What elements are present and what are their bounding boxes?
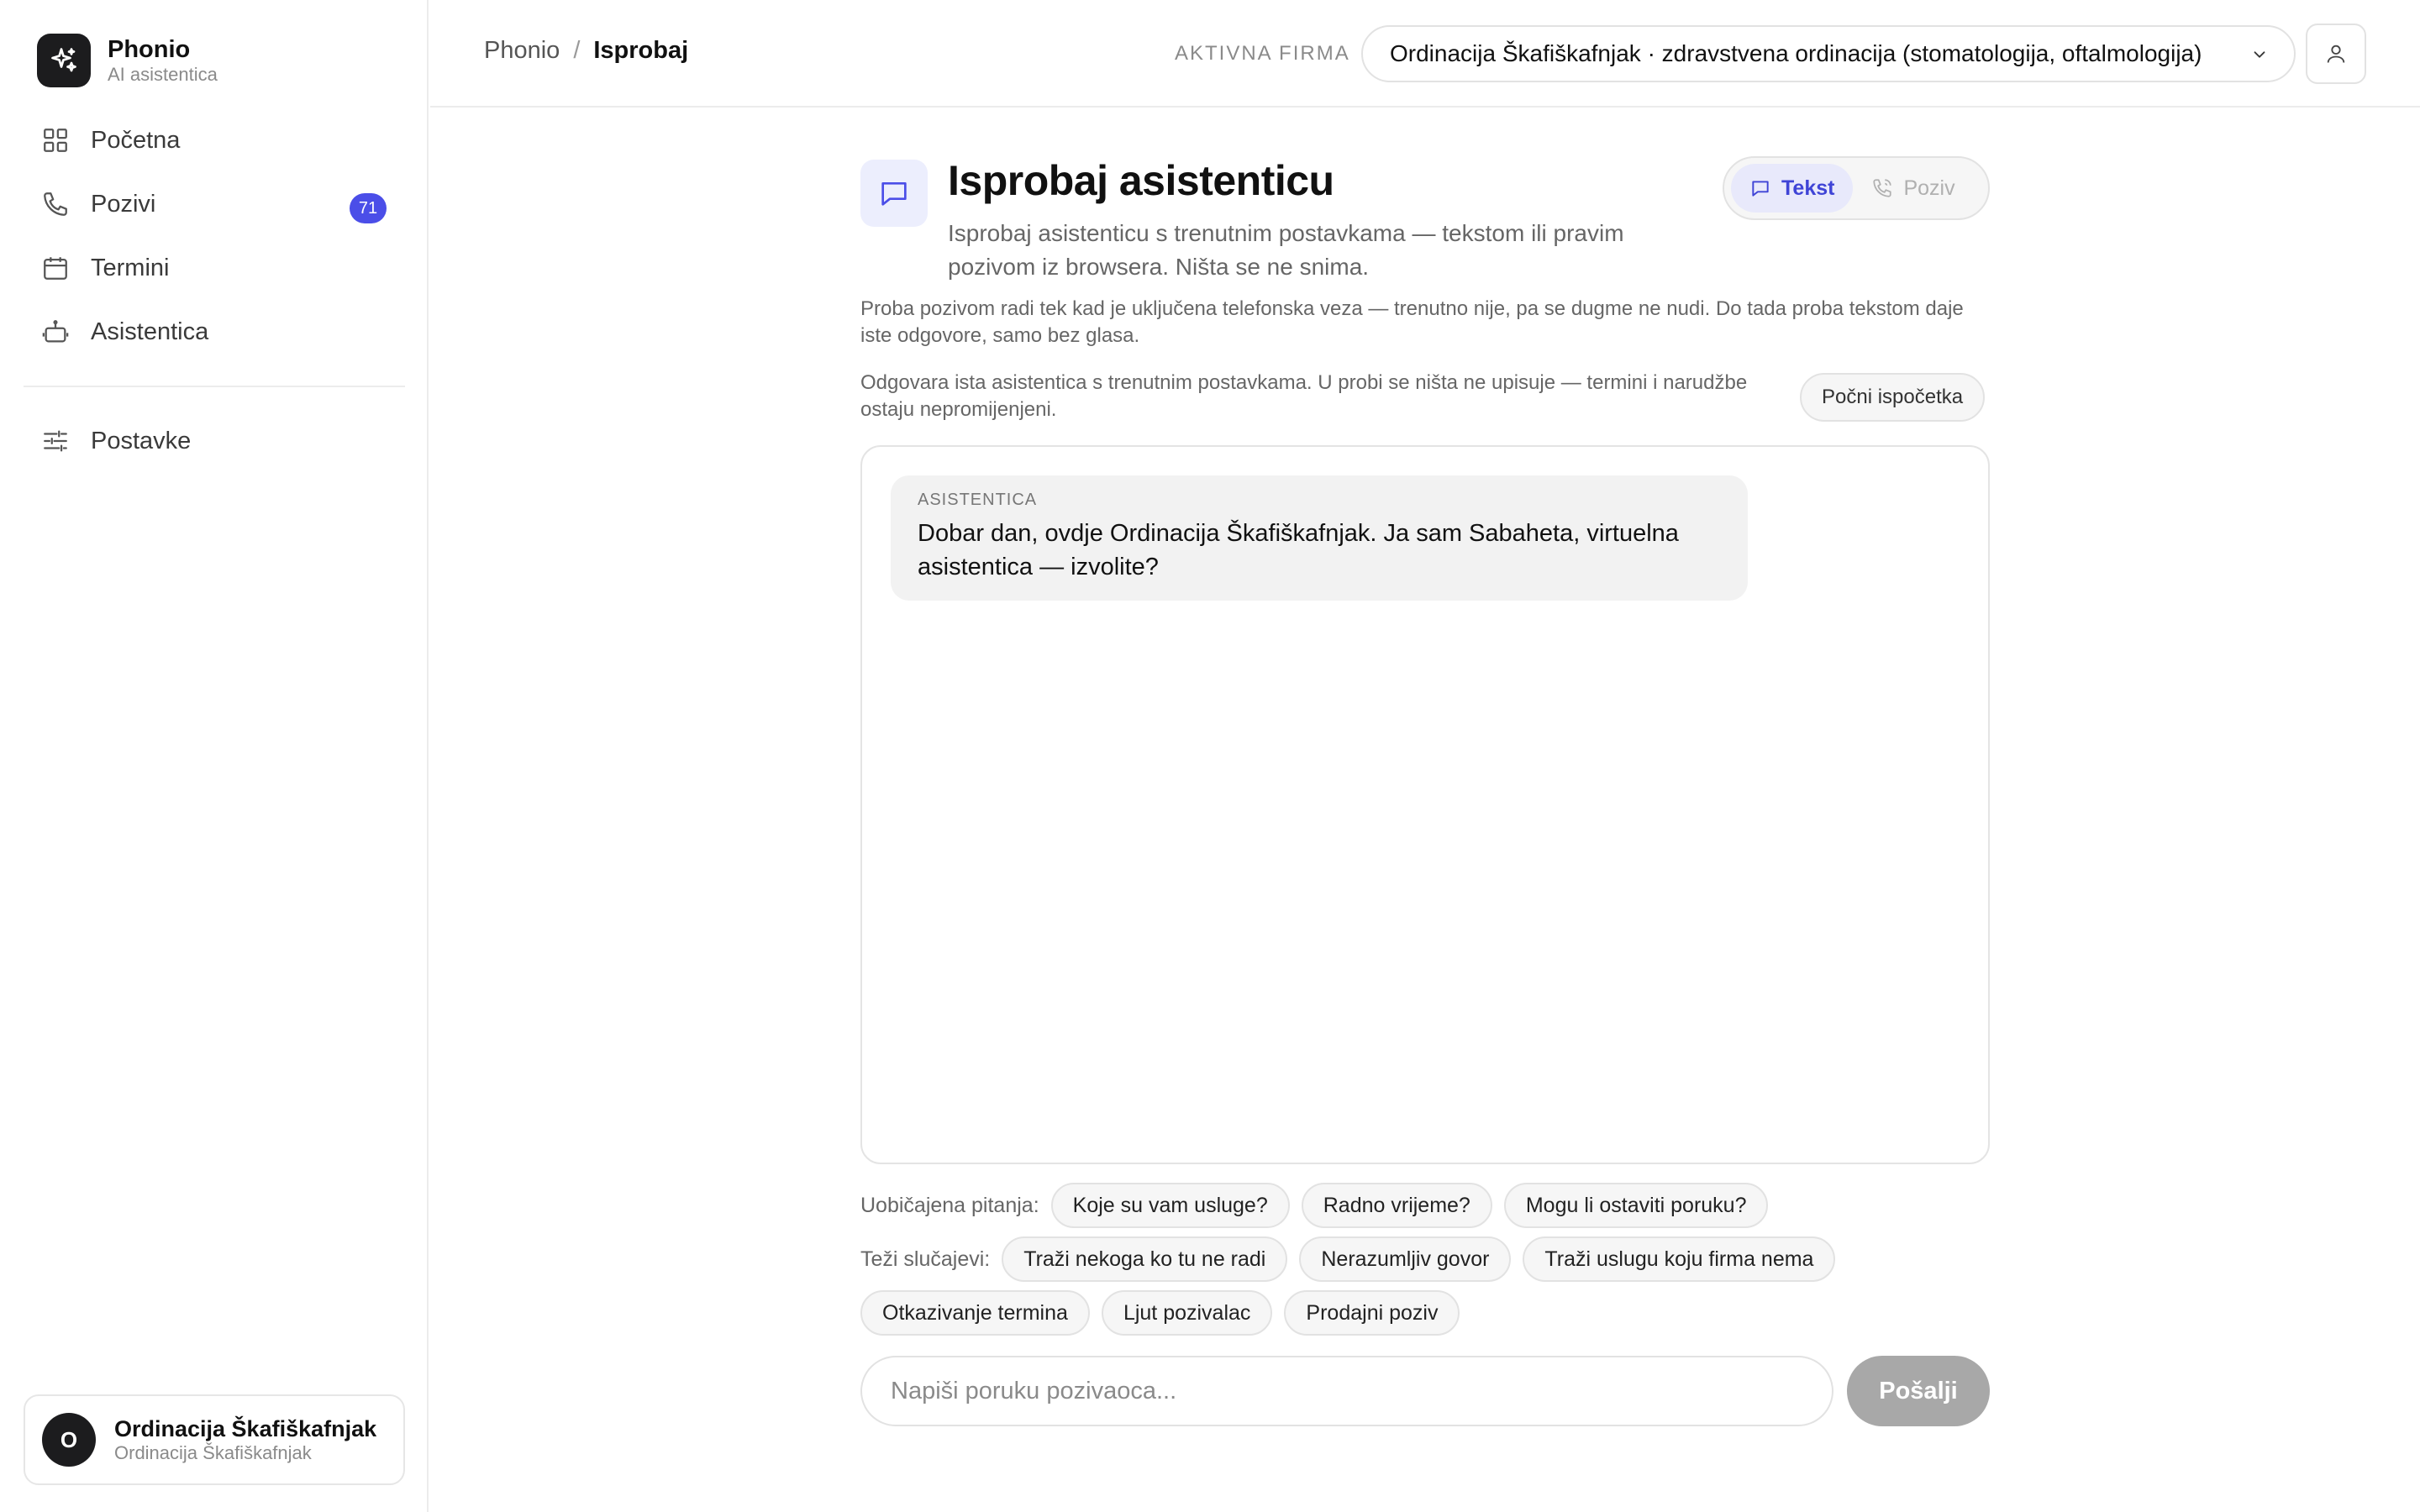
sidebar-item-label: Termini (91, 254, 170, 281)
active-firm-select[interactable]: Ordinacija Škafiškafnjak · zdravstvena o… (1361, 25, 2296, 82)
chevron-down-icon (2250, 45, 2269, 64)
tab-text-mode[interactable]: Tekst (1731, 164, 1854, 213)
suggestion-chip[interactable]: Radno vrijeme? (1301, 1183, 1492, 1228)
message-role: ASISTENTICA (918, 491, 1038, 509)
grid-icon (40, 125, 71, 155)
robot-icon (40, 317, 71, 347)
restart-button[interactable]: Počni ispočetka (1800, 373, 1986, 422)
calls-count-badge: 71 (350, 193, 387, 223)
message-text: Dobar dan, ovdje Ordinacija Škafiškafnja… (918, 520, 1679, 580)
active-firm-value: Ordinacija Škafiškafnjak · zdravstvena o… (1390, 40, 2202, 66)
sidebar-item-termini[interactable]: Termini (24, 237, 405, 299)
sidebar: Phonio AI asistentica Početna Pozivi 71 (0, 0, 429, 1512)
hard-cases-label: Teži slučajevi: (860, 1247, 991, 1271)
breadcrumb-root[interactable]: Phonio (484, 37, 560, 65)
sidebar-item-pocetna[interactable]: Početna (24, 109, 405, 171)
brand-name: Phonio (108, 36, 191, 63)
chat-bubble-icon (860, 160, 928, 227)
avatar: O (42, 1413, 96, 1467)
brand[interactable]: Phonio AI asistentica (37, 34, 218, 87)
suggestion-chip[interactable]: Prodajni poziv (1284, 1290, 1460, 1336)
assistant-message: ASISTENTICA Dobar dan, ovdje Ordinacija … (891, 475, 1748, 601)
active-firm-label: AKTIVNA FIRMA (1175, 42, 1350, 65)
breadcrumb-current: Isprobaj (593, 37, 689, 64)
chat-panel: ASISTENTICA Dobar dan, ovdje Ordinacija … (860, 445, 1990, 1164)
suggestion-chip[interactable]: Mogu li ostaviti poruku? (1503, 1183, 1769, 1228)
tab-call-label: Poziv (1903, 176, 1955, 200)
suggestion-chip[interactable]: Traži nekoga ko tu ne radi (1002, 1236, 1288, 1282)
sidebar-item-label: Asistentica (91, 318, 209, 345)
tab-text-label: Tekst (1781, 176, 1835, 200)
hard-cases-row: Teži slučajevi: Traži nekoga ko tu ne ra… (860, 1236, 1847, 1282)
send-button[interactable]: Pošalji (1847, 1356, 1990, 1426)
page-title: Isprobaj asistenticu (948, 157, 1334, 204)
sidebar-divider (24, 386, 405, 387)
sliders-icon (40, 426, 71, 456)
mode-toggle: Tekst Poziv (1723, 156, 1990, 220)
call-mode-note: Proba pozivom radi tek kad je uključena … (860, 297, 1964, 347)
breadcrumb-separator: / (573, 37, 581, 64)
hard-cases-row-continued: Otkazivanje termina Ljut pozivalac Proda… (860, 1290, 1471, 1336)
user-icon (2324, 42, 2348, 66)
sidebar-item-label: Postavke (91, 427, 192, 454)
suggestion-chip[interactable]: Ljut pozivalac (1101, 1290, 1273, 1336)
phone-icon (40, 189, 71, 219)
account-card[interactable]: O Ordinacija Škafiškafnjak Ordinacija Šk… (24, 1394, 405, 1485)
chat-bubble-icon (1749, 177, 1771, 199)
suggestion-chip[interactable]: Otkazivanje termina (860, 1290, 1090, 1336)
sandbox-note: Odgovara ista asistentica s trenutnim po… (860, 371, 1748, 421)
common-questions-label: Uobičajena pitanja: (860, 1193, 1039, 1217)
user-menu-button[interactable] (2306, 24, 2366, 84)
phone-call-icon (1871, 177, 1893, 199)
sidebar-item-postavke[interactable]: Postavke (24, 410, 405, 472)
calendar-icon (40, 253, 71, 283)
sidebar-item-label: Pozivi (91, 190, 156, 218)
sidebar-item-pozivi[interactable]: Pozivi 71 (24, 173, 405, 235)
sidebar-item-label: Početna (91, 126, 181, 154)
suggestion-chip[interactable]: Traži uslugu koju firma nema (1523, 1236, 1836, 1282)
brand-subtitle: AI asistentica (108, 64, 218, 85)
tab-call-mode: Poziv (1853, 164, 1973, 213)
sidebar-nav: Početna Pozivi 71 Termini Asistentica (24, 109, 405, 365)
sidebar-secondary-nav: Postavke (24, 410, 405, 474)
breadcrumb: Phonio / Isprobaj (484, 37, 688, 65)
page-description: Isprobaj asistenticu s trenutnim postavk… (948, 220, 1624, 280)
suggestion-chip[interactable]: Nerazumljiv govor (1299, 1236, 1512, 1282)
message-input[interactable] (860, 1356, 1833, 1426)
account-name: Ordinacija Škafiškafnjak (114, 1416, 377, 1441)
sparkle-icon (37, 34, 91, 87)
top-bar: Phonio / Isprobaj AKTIVNA FIRMA Ordinaci… (430, 0, 2420, 108)
suggestion-chip[interactable]: Koje su vam usluge? (1050, 1183, 1290, 1228)
sidebar-item-asistentica[interactable]: Asistentica (24, 301, 405, 363)
common-questions-row: Uobičajena pitanja: Koje su vam usluge? … (860, 1183, 1780, 1228)
account-subtitle: Ordinacija Škafiškafnjak (114, 1442, 312, 1463)
